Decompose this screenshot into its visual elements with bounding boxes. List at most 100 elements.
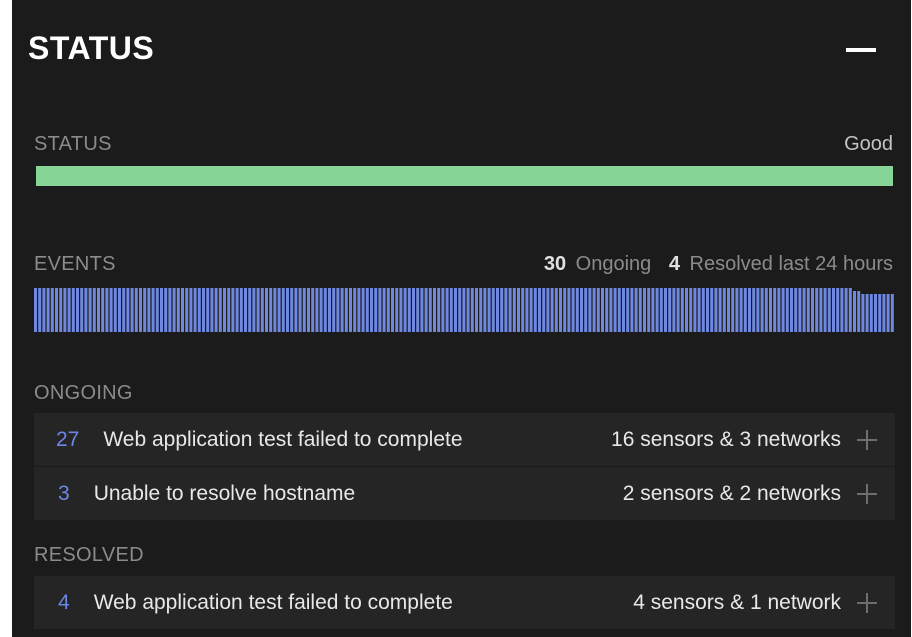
- event-stripe: [50, 288, 54, 332]
- event-stripe: [479, 288, 483, 332]
- event-stripe: [223, 288, 226, 332]
- event-count: 27: [56, 427, 80, 451]
- event-stripe: [668, 288, 672, 332]
- event-stripe: [617, 288, 621, 332]
- expand-plus-icon[interactable]: [857, 429, 877, 450]
- event-stripe: [504, 288, 508, 332]
- event-stripe: [97, 288, 100, 332]
- event-stripe: [596, 288, 600, 332]
- event-stripe: [395, 288, 399, 332]
- event-stripe: [298, 288, 302, 332]
- event-stripe: [781, 288, 785, 332]
- event-stripe: [441, 288, 445, 332]
- event-stripe: [42, 288, 46, 332]
- event-stripe: [315, 288, 319, 332]
- event-stripe: [802, 288, 806, 332]
- event-stripe: [727, 288, 730, 332]
- expand-plus-icon[interactable]: [857, 592, 877, 613]
- event-stripe: [706, 288, 709, 332]
- event-stripe: [248, 288, 252, 332]
- event-stripe: [874, 294, 877, 332]
- event-stripe: [739, 288, 743, 332]
- event-stripe: [118, 288, 121, 332]
- event-stripe: [382, 288, 386, 332]
- event-stripe: [861, 294, 865, 332]
- collapse-minus-icon[interactable]: [846, 48, 876, 52]
- event-scope: 4 sensors & 1 network: [633, 590, 841, 614]
- event-stripe: [466, 288, 470, 332]
- event-stripe: [164, 288, 168, 332]
- event-stripe: [370, 288, 373, 332]
- event-stripe: [294, 288, 298, 332]
- event-scope: 2 sensors & 2 networks: [622, 481, 841, 505]
- event-stripe: [265, 288, 268, 332]
- panel-title: STATUS: [28, 30, 155, 66]
- event-stripe: [307, 288, 310, 332]
- event-stripe: [59, 288, 63, 332]
- event-stripe: [260, 288, 264, 332]
- event-stripe: [638, 288, 642, 332]
- event-stripe: [462, 288, 466, 332]
- event-stripe: [227, 288, 231, 332]
- event-stripe: [46, 288, 50, 332]
- event-stripe: [218, 288, 222, 332]
- event-stripe: [882, 294, 886, 332]
- event-stripe: [206, 288, 210, 332]
- event-stripe: [731, 288, 735, 332]
- event-stripe: [664, 288, 667, 332]
- list-item[interactable]: 4 Web application test failed to complet…: [34, 576, 895, 629]
- event-stripe: [832, 288, 835, 332]
- event-stripe: [857, 291, 861, 332]
- event-stripe: [176, 288, 180, 332]
- event-stripe: [571, 288, 575, 332]
- event-stripe: [437, 288, 441, 332]
- event-stripe: [651, 288, 655, 332]
- status-value: Good: [844, 133, 893, 155]
- event-stripe: [76, 288, 79, 332]
- event-stripe: [38, 288, 42, 332]
- event-stripe: [605, 288, 609, 332]
- event-stripe: [496, 288, 499, 332]
- event-stripe: [244, 288, 247, 332]
- event-stripe: [332, 288, 336, 332]
- list-item[interactable]: 3 Unable to resolve hostname 2 sensors &…: [34, 467, 895, 520]
- event-stripe: [760, 288, 764, 332]
- expand-plus-icon[interactable]: [857, 483, 877, 504]
- event-stripe: [281, 288, 285, 332]
- event-stripe: [105, 288, 109, 332]
- event-stripe: [811, 288, 814, 332]
- event-count: 4: [58, 590, 70, 614]
- event-stripe: [80, 288, 84, 332]
- events-resolved-label: Resolved last 24 hours: [689, 253, 893, 275]
- event-stripe: [685, 288, 688, 332]
- event-stripe: [626, 288, 630, 332]
- event-stripe: [790, 288, 793, 332]
- event-stripe: [525, 288, 529, 332]
- event-stripe: [697, 288, 701, 332]
- event-stripe: [420, 288, 424, 332]
- event-stripe: [151, 288, 155, 332]
- event-stripe: [689, 288, 693, 332]
- event-stripe: [794, 288, 798, 332]
- resolved-list: 4 Web application test failed to complet…: [34, 576, 895, 629]
- event-stripe: [88, 288, 92, 332]
- event-stripe: [302, 288, 306, 332]
- event-stripe: [391, 288, 394, 332]
- event-stripe: [470, 288, 474, 332]
- event-stripe: [542, 288, 546, 332]
- list-item[interactable]: 27 Web application test failed to comple…: [34, 413, 895, 466]
- event-stripe: [202, 288, 205, 332]
- event-stripe: [680, 288, 684, 332]
- event-stripe: [567, 288, 571, 332]
- event-stripe: [735, 288, 739, 332]
- event-stripe: [126, 288, 130, 332]
- event-stripe: [122, 288, 126, 332]
- event-stripe: [613, 288, 617, 332]
- status-bar: [36, 166, 893, 186]
- event-stripe: [517, 288, 520, 332]
- events-ongoing-count: 30: [543, 253, 567, 275]
- event-stripe: [193, 288, 197, 332]
- event-stripe: [357, 288, 361, 332]
- event-stripe: [655, 288, 659, 332]
- event-stripe: [365, 288, 369, 332]
